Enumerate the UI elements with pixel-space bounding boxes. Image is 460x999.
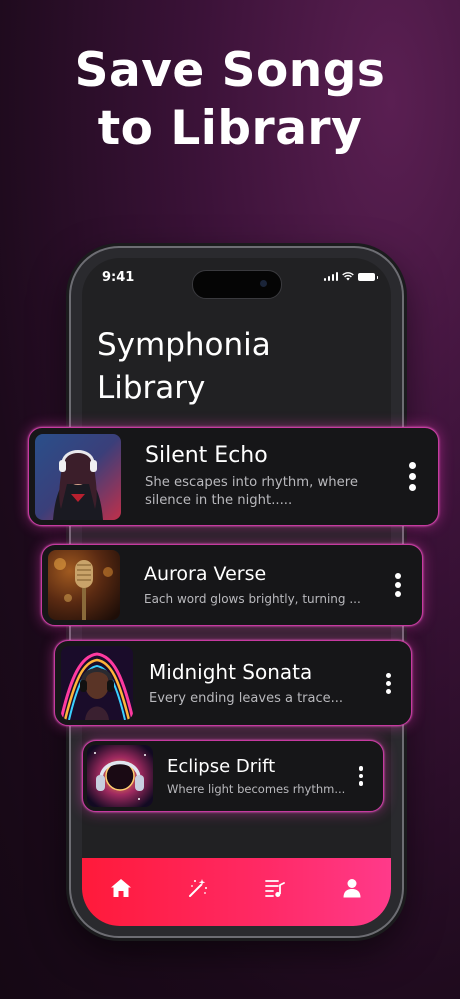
nav-profile[interactable] xyxy=(332,868,372,908)
title-line-1: Symphonia xyxy=(97,327,271,363)
more-options-icon[interactable] xyxy=(398,462,426,491)
magic-wand-icon xyxy=(188,879,207,897)
nav-create[interactable] xyxy=(178,868,218,908)
title-line-2: Library xyxy=(97,370,206,406)
woman-headphones-art xyxy=(35,433,121,520)
headline-line-1: Save Songs xyxy=(74,43,386,98)
more-options-icon[interactable] xyxy=(377,672,399,694)
signal-icon xyxy=(323,272,338,281)
song-description: Where light becomes rhythm... xyxy=(167,781,346,796)
song-artwork xyxy=(61,646,133,720)
microphone-art xyxy=(48,550,120,620)
neon-portrait-art xyxy=(61,646,133,720)
headline-line-2: to Library xyxy=(97,101,363,156)
song-artwork xyxy=(35,433,121,520)
nav-library[interactable] xyxy=(255,868,295,908)
profile-icon xyxy=(343,879,361,898)
cosmic-headphones-art xyxy=(87,745,153,807)
song-card-midnight-sonata[interactable]: Midnight Sonata Every ending leaves a tr… xyxy=(54,640,412,726)
song-card-silent-echo[interactable]: Silent Echo She escapes into rhythm, whe… xyxy=(28,427,439,526)
bottom-nav xyxy=(82,858,391,926)
song-title: Midnight Sonata xyxy=(149,659,313,684)
status-time: 9:41 xyxy=(102,270,135,285)
song-artwork xyxy=(87,745,153,807)
camera-icon xyxy=(260,280,267,287)
song-card-aurora-verse[interactable]: Aurora Verse Each word glows brightly, t… xyxy=(41,544,423,626)
song-title: Eclipse Drift xyxy=(167,755,276,777)
nav-home[interactable] xyxy=(101,868,141,908)
more-options-icon[interactable] xyxy=(351,766,371,786)
song-title: Silent Echo xyxy=(145,443,268,468)
song-description: Every ending leaves a trace... xyxy=(149,690,344,706)
song-title: Aurora Verse xyxy=(144,563,267,585)
song-artwork xyxy=(48,550,120,620)
more-options-icon[interactable] xyxy=(386,573,410,597)
song-description: She escapes into rhythm, where silence i… xyxy=(145,475,358,508)
song-card-eclipse-drift[interactable]: Eclipse Drift Where light becomes rhythm… xyxy=(82,740,384,812)
dynamic-island xyxy=(192,270,282,299)
promo-headline: Save Songs to Library xyxy=(0,42,460,158)
wifi-icon xyxy=(342,272,354,281)
status-icons xyxy=(323,272,378,281)
battery-icon xyxy=(358,273,378,281)
home-icon xyxy=(110,879,131,897)
song-description: Each word glows brightly, turning ... xyxy=(144,592,361,606)
playlist-icon xyxy=(265,880,286,897)
page-title: Symphonia Library xyxy=(97,324,271,410)
